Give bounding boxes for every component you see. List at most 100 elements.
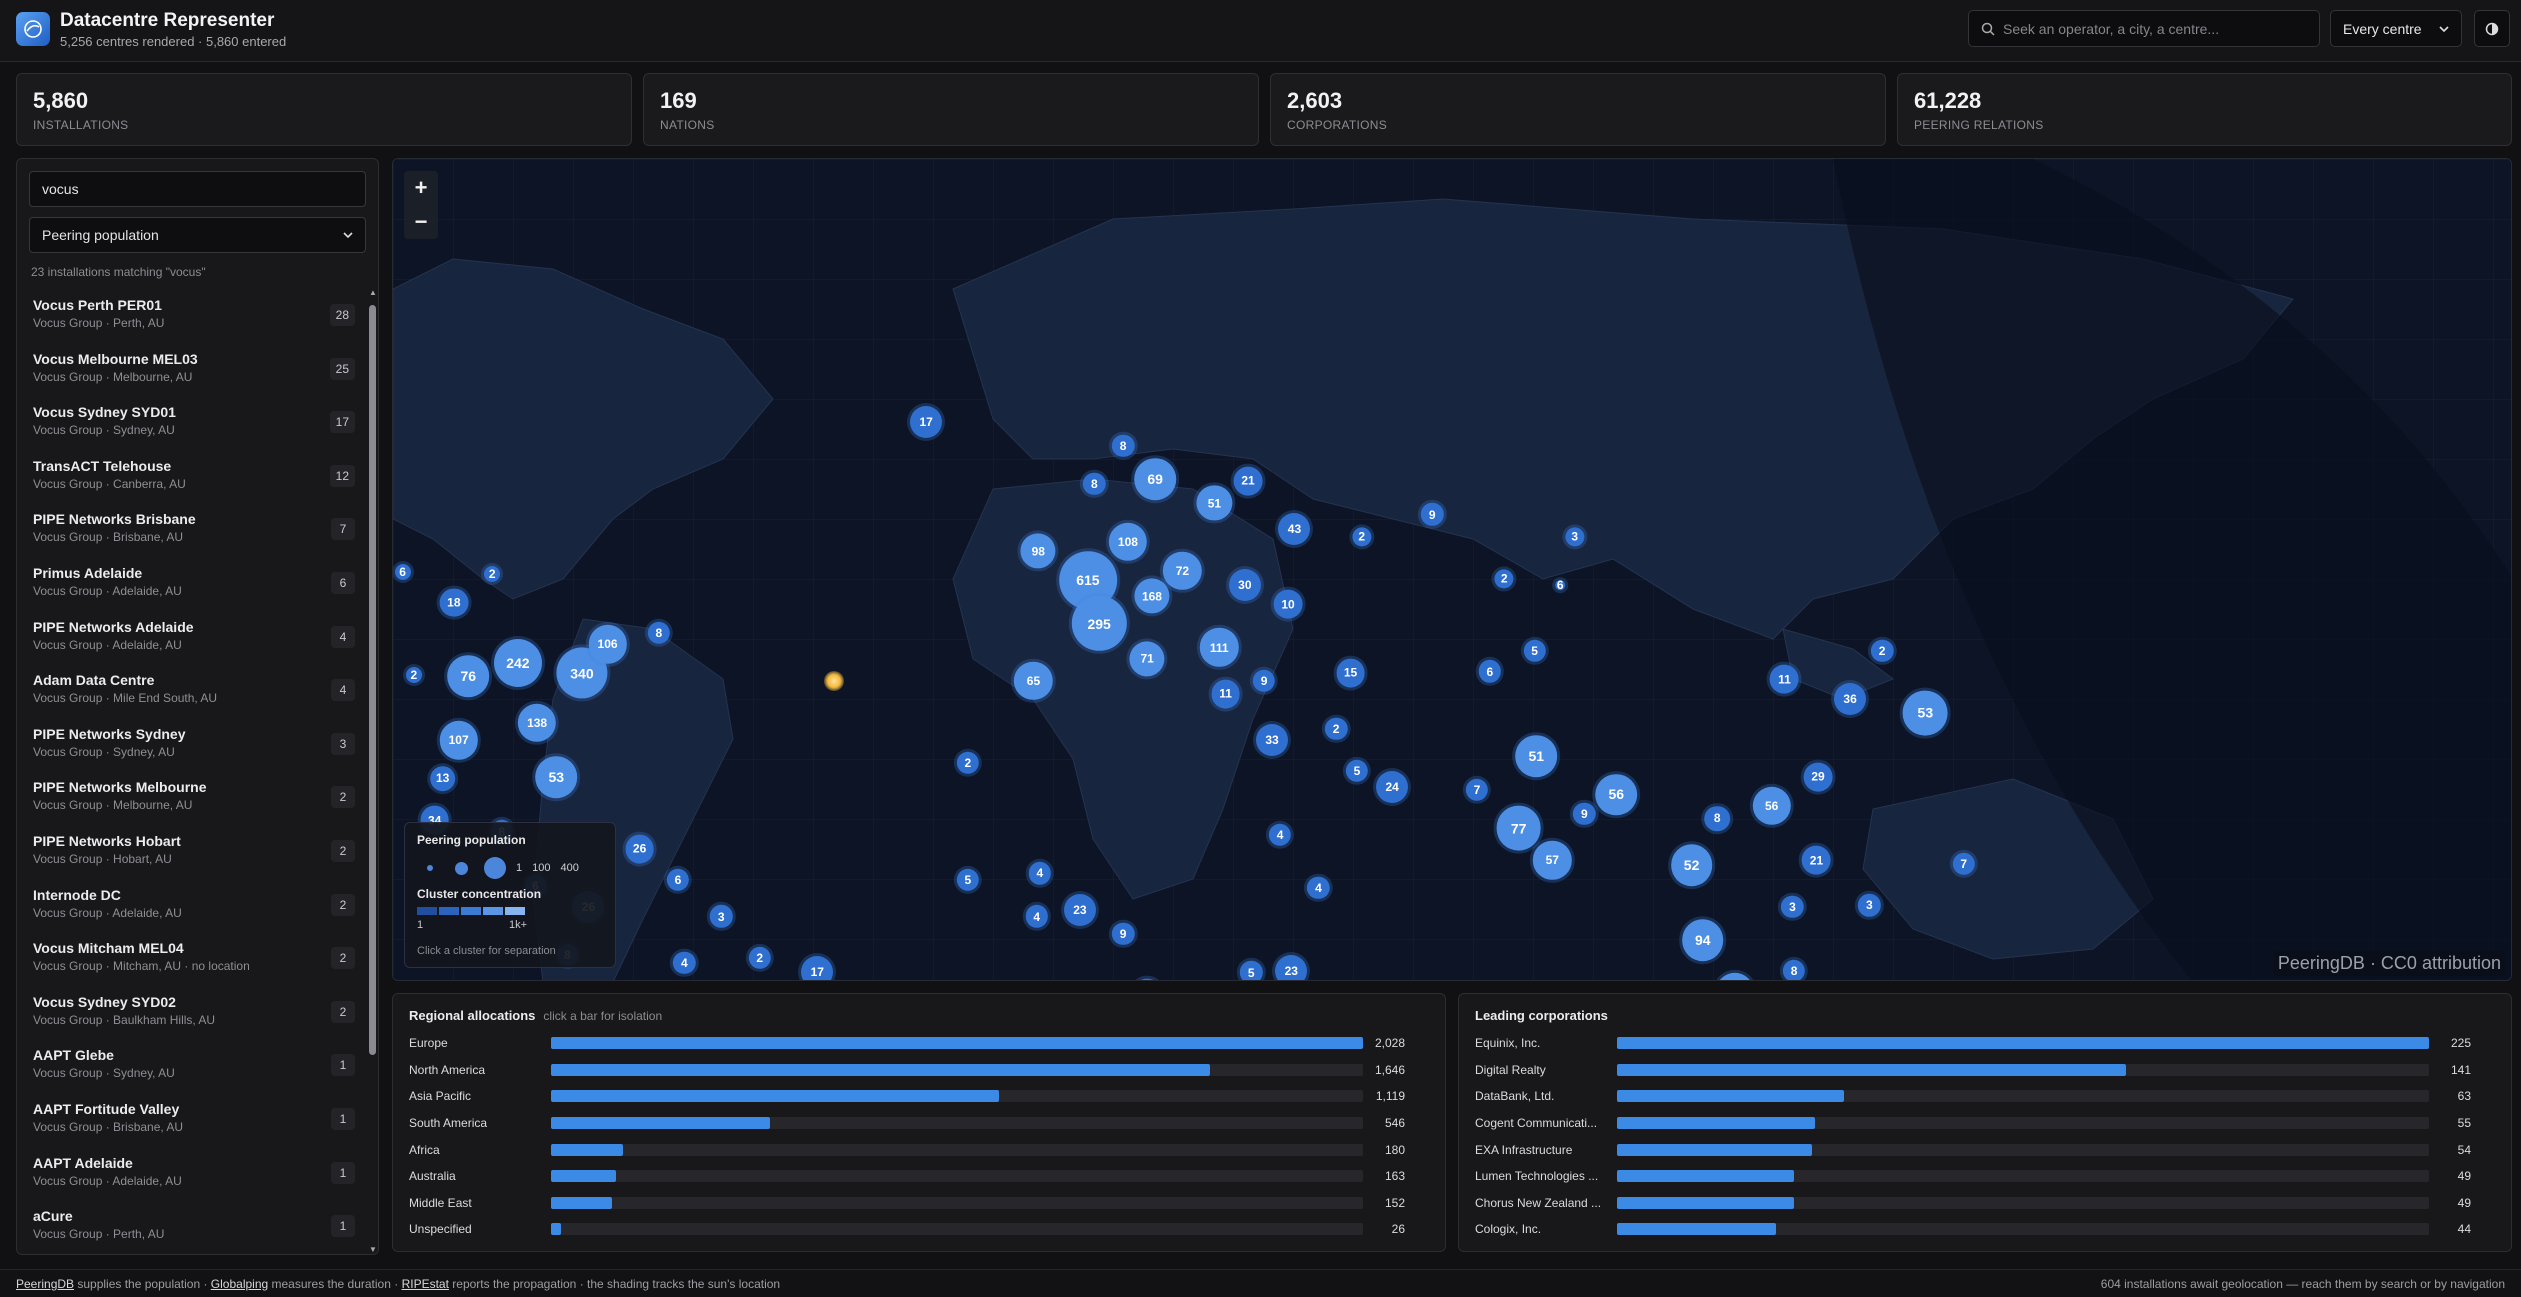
peeringdb-link[interactable]: PeeringDB [16, 1277, 74, 1291]
bar-row[interactable]: North America 1,646 [409, 1057, 1405, 1084]
bar-label: Middle East [409, 1195, 472, 1210]
list-item[interactable]: Internode DC Vocus Group · Adelaide, AU 2 [17, 879, 367, 933]
list-item[interactable]: PIPE Networks Adelaide Vocus Group · Adel… [17, 611, 367, 665]
centre-filter-select[interactable]: Every centre [2330, 10, 2462, 47]
list-item[interactable]: AAPT Glebe Vocus Group · Sydney, AU 1 [17, 1039, 367, 1093]
bar-row[interactable]: Chorus New Zealand ... 49 [1475, 1190, 2471, 1217]
bar-track [1617, 1223, 2429, 1236]
search-icon [1981, 22, 1995, 36]
bar-row[interactable]: Equinix, Inc. 225 [1475, 1030, 2471, 1057]
scroll-up-icon[interactable]: ▲ [369, 289, 377, 297]
map-cluster[interactable]: 21 [1802, 845, 1831, 875]
map-cluster[interactable]: 10 [1273, 589, 1303, 619]
map-cluster[interactable]: 6 [1555, 578, 1566, 592]
bar-row[interactable]: Middle East 152 [409, 1190, 1405, 1217]
theme-toggle-button[interactable] [2474, 10, 2510, 47]
bar-row[interactable]: Asia Pacific 1,119 [409, 1083, 1405, 1110]
bar-row[interactable]: Australia 163 [409, 1163, 1405, 1190]
map-cluster[interactable]: 8 [1704, 805, 1730, 832]
bar-row[interactable]: Europe 2,028 [409, 1030, 1405, 1057]
item-count-badge: 1 [331, 1054, 355, 1077]
bar-fill [551, 1196, 612, 1209]
bar-row[interactable]: Digital Realty 141 [1475, 1057, 2471, 1084]
map-cluster[interactable]: 23 [1275, 954, 1308, 980]
map-cluster[interactable]: 76 [447, 655, 490, 697]
bar-fill [1617, 1063, 2126, 1076]
legend-size-scale: 1 100 400 [417, 857, 603, 879]
map-cluster[interactable]: 15 [1336, 658, 1365, 688]
global-search-input[interactable] [2003, 20, 2303, 37]
world-map[interactable]: + − 6 17 2 2 8 69 21 51 8 9 2 3 43 98 108 72 615 168 30 10 2… [392, 158, 2512, 981]
list-item[interactable]: PIPE Networks Hobart Vocus Group · Hobart… [17, 825, 367, 879]
sort-select[interactable]: Peering population [29, 217, 366, 253]
map-cluster[interactable]: 29 [1803, 762, 1833, 792]
map-cluster[interactable]: 11 [1770, 664, 1799, 694]
bar-row[interactable]: Unspecified 26 [409, 1216, 1405, 1243]
footer: PeeringDB supplies the population · Glob… [0, 1269, 2521, 1297]
map-cluster[interactable]: 33 [1256, 724, 1289, 757]
bar-value: 1,119 [1375, 1089, 1405, 1104]
bar-row[interactable]: Lumen Technologies ... 49 [1475, 1163, 2471, 1190]
map-cluster[interactable]: 94 [1681, 919, 1724, 962]
list-item[interactable]: Primus Adelaide Vocus Group · Adelaide, A… [17, 557, 367, 611]
map-cluster[interactable]: 6 [394, 564, 411, 581]
scroll-down-icon[interactable]: ▼ [369, 1246, 377, 1254]
map-cluster[interactable]: 11 [1211, 679, 1241, 709]
map-cluster[interactable]: 77 [1496, 805, 1542, 851]
list-item[interactable]: Vocus Melbourne MEL03 Vocus Group · Melbo… [17, 343, 367, 397]
ripestat-link[interactable]: RIPEstat [402, 1277, 449, 1291]
map-cluster[interactable]: 56 [1595, 773, 1638, 816]
list-item[interactable]: Vocus Perth PER01 Vocus Group · Perth, AU… [17, 289, 367, 343]
map-cluster[interactable]: 17 [910, 405, 943, 438]
legend-scale-labels: 1 100 400 [516, 862, 589, 874]
list-item[interactable]: TransACT Telehouse Vocus Group · Canberra… [17, 450, 367, 504]
map-cluster[interactable]: 18 [439, 588, 469, 617]
bar-row[interactable]: South America 546 [409, 1110, 1405, 1137]
map-cluster[interactable]: 8 [1782, 959, 1806, 980]
map-cluster[interactable]: 21 [1233, 466, 1263, 496]
list-item[interactable]: PIPE Networks Melbourne Vocus Group · Mel… [17, 771, 367, 825]
globalping-link[interactable]: Globalping [211, 1277, 268, 1291]
map-cluster[interactable]: 2 [405, 666, 422, 683]
map-cluster[interactable]: 24 [1376, 770, 1409, 803]
map-cluster[interactable]: 30 [1228, 568, 1261, 601]
bar-row[interactable]: Cologix, Inc. 44 [1475, 1216, 2471, 1243]
bar-row[interactable]: DataBank, Ltd. 63 [1475, 1083, 2471, 1110]
scrollbar-thumb[interactable] [369, 305, 376, 1055]
map-cluster[interactable]: 52 [1670, 844, 1713, 886]
bar-row[interactable]: EXA Infrastructure 54 [1475, 1136, 2471, 1163]
map-cluster[interactable]: 2 [484, 565, 501, 582]
list-item[interactable]: PIPE Networks Sydney Vocus Group · Sydney… [17, 718, 367, 772]
list-item[interactable]: AAPT Adelaide Vocus Group · Adelaide, AU 1 [17, 1147, 367, 1201]
bar-row[interactable]: Cogent Communicati... 55 [1475, 1110, 2471, 1137]
list-item[interactable]: Vocus Mitcham MEL04 Vocus Group · Mitcham… [17, 932, 367, 986]
map-cluster[interactable]: 53 [1902, 690, 1948, 736]
map-attribution[interactable]: PeeringDB · CC0 attribution [2273, 951, 2505, 976]
bar-track [551, 1143, 1363, 1156]
map-cluster[interactable]: 53 [535, 756, 578, 798]
map-cluster[interactable]: 17 [801, 956, 834, 980]
map-cluster[interactable]: 23 [1063, 893, 1096, 926]
map-cluster[interactable]: 5 [1240, 961, 1263, 980]
map-cluster[interactable]: 43 [1278, 512, 1311, 545]
zoom-out-button[interactable]: − [404, 205, 438, 239]
list-item[interactable]: Adam Data Centre Vocus Group · Mile End S… [17, 664, 367, 718]
map-cluster[interactable]: 13 [429, 765, 456, 792]
list-item[interactable]: AAPT Fortitude Valley Vocus Group · Brisb… [17, 1093, 367, 1147]
map-cluster[interactable]: 51 [1515, 735, 1558, 778]
list-item[interactable]: PIPE Networks Brisbane Vocus Group · Bris… [17, 503, 367, 557]
map-cluster[interactable]: 69 [1134, 458, 1176, 501]
list-scrollbar[interactable]: ▲ ▼ [368, 289, 378, 1254]
bar-row[interactable]: Africa 180 [409, 1136, 1405, 1163]
map-cluster[interactable]: 26 [625, 834, 654, 864]
map-cluster[interactable]: 36 [1834, 682, 1867, 715]
list-item[interactable]: Vocus Sydney SYD02 Vocus Group · Baulkham… [17, 986, 367, 1040]
map-cluster[interactable]: 242 [493, 639, 542, 688]
global-search[interactable] [1968, 10, 2320, 47]
list-item[interactable]: Vocus Sydney SYD01 Vocus Group · Sydney, … [17, 396, 367, 450]
item-count-badge: 17 [329, 411, 355, 434]
bar-label: North America [409, 1062, 486, 1077]
sidebar-search-input[interactable]: vocus [29, 171, 366, 207]
zoom-in-button[interactable]: + [404, 171, 438, 205]
list-item[interactable]: aCure Vocus Group · Perth, AU 1 [17, 1200, 367, 1254]
